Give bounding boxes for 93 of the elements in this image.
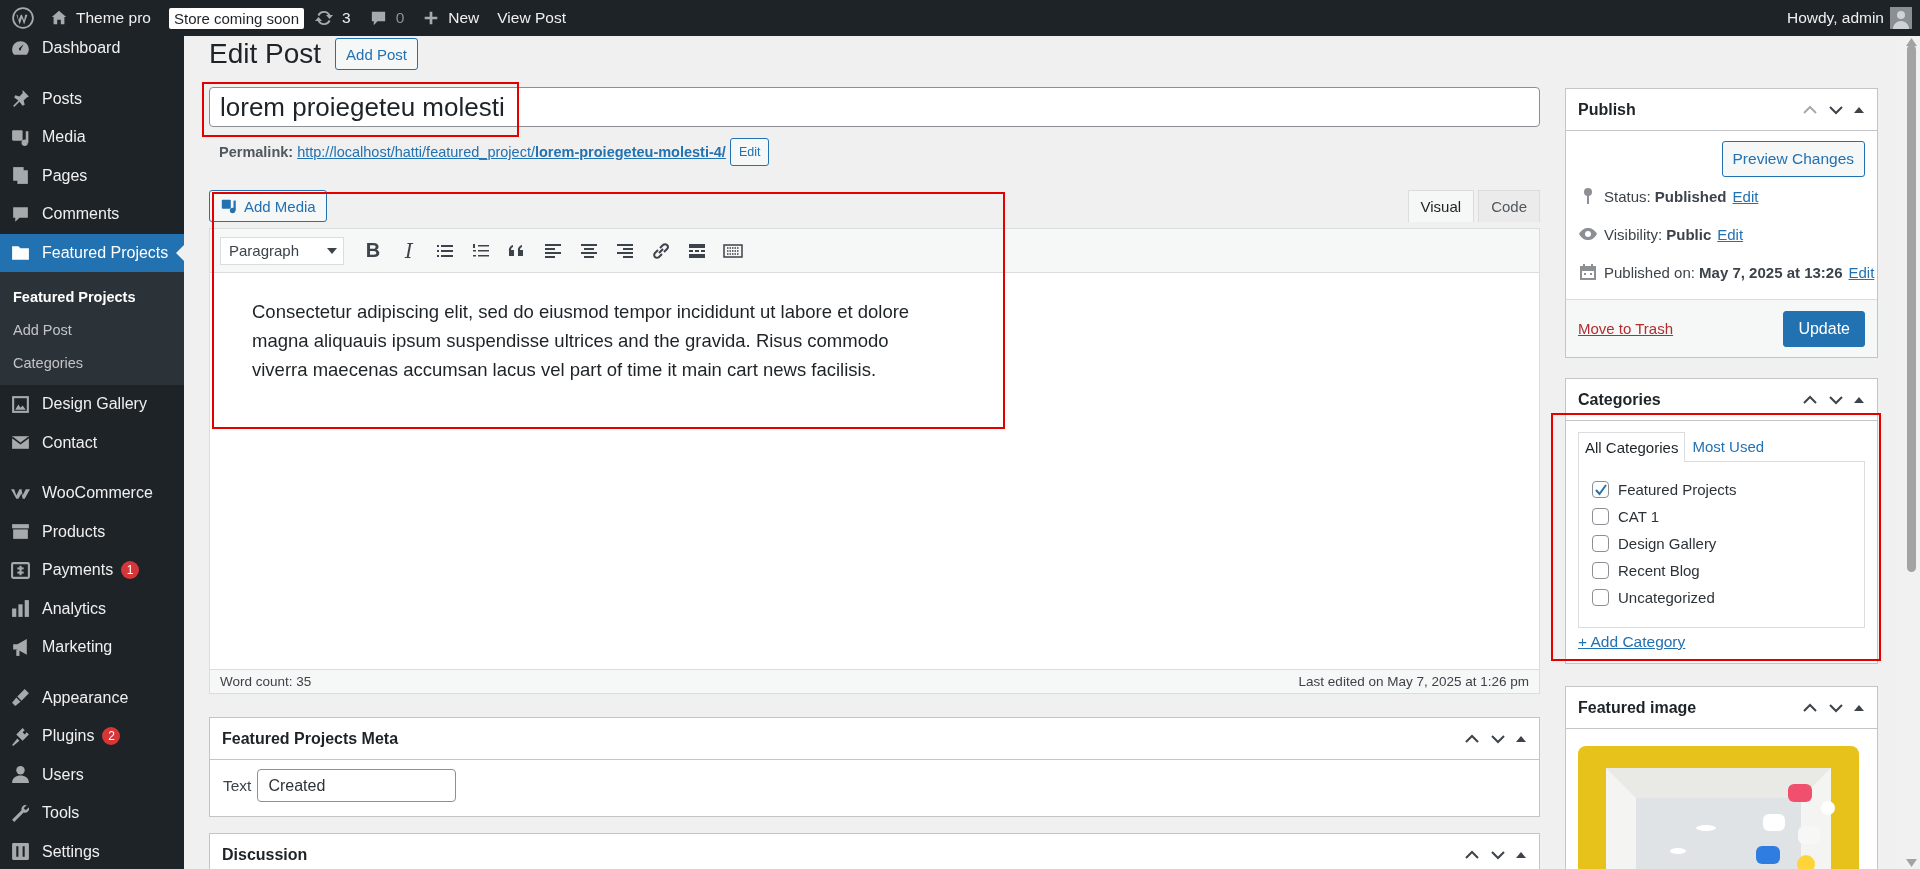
scrollbar[interactable] — [1903, 36, 1920, 869]
box-title: Publish — [1578, 100, 1637, 119]
updates-link[interactable]: 3 — [314, 8, 351, 28]
box-title: Featured image — [1578, 698, 1698, 717]
preview-changes-button[interactable]: Preview Changes — [1721, 141, 1865, 177]
category-tab[interactable]: Most Used — [1685, 431, 1772, 461]
sidebar-item[interactable]: Users — [0, 755, 184, 794]
submenu-item[interactable]: Featured Projects — [0, 280, 184, 313]
store-status-badge: Store coming soon — [168, 7, 305, 29]
checkbox[interactable] — [1592, 562, 1609, 579]
checkbox-label: Featured Projects — [1618, 481, 1737, 498]
permalink-link[interactable]: http://localhost/hatti/featured_project/lorem-proiegeteu-molesti-4/ — [297, 144, 726, 160]
view-post-link[interactable]: View Post — [497, 9, 566, 27]
checkbox-label: CAT 1 — [1618, 508, 1660, 525]
sidebar-item[interactable]: Marketing — [0, 628, 184, 667]
edit-link[interactable]: Edit — [1717, 225, 1744, 243]
link-icon[interactable] — [651, 240, 671, 261]
publish-detail: Status: Published — [1604, 187, 1727, 205]
current-pointer-icon — [176, 244, 184, 261]
wrench-icon — [10, 802, 31, 824]
editor-tab[interactable]: Code — [1478, 190, 1540, 222]
page-title: Edit Post — [209, 38, 322, 70]
sidebar-item[interactable]: Posts — [0, 79, 184, 118]
account-greeting[interactable]: Howdy, admin — [1786, 9, 1884, 27]
sidebar-item[interactable]: Tools — [0, 794, 184, 833]
sidebar-item[interactable]: Dashboard — [0, 36, 184, 68]
edit-link[interactable]: Edit — [1848, 263, 1875, 281]
update-button[interactable]: Update — [1783, 310, 1865, 347]
sidebar-item[interactable]: Pages — [0, 156, 184, 195]
box-title: Featured Projects Meta — [222, 729, 400, 748]
title-field[interactable]: lorem proiegeteu molesti — [209, 87, 1540, 127]
italic-button[interactable]: I — [396, 237, 422, 264]
bold-button[interactable]: B — [360, 237, 386, 264]
edit-link[interactable]: Edit — [1732, 187, 1759, 205]
bar-chart-icon — [10, 598, 31, 620]
home-icon[interactable] — [50, 9, 68, 27]
sidebar-item[interactable]: Comments — [0, 195, 184, 234]
box-title: Categories — [1578, 390, 1662, 409]
edit-permalink-button[interactable]: Edit — [729, 138, 770, 166]
new-link[interactable]: New — [422, 9, 480, 27]
media-icon[interactable] — [220, 197, 238, 215]
checkbox[interactable] — [1592, 481, 1609, 498]
sidebar-item[interactable]: Analytics — [0, 589, 184, 628]
checkbox-label: Uncategorized — [1618, 589, 1715, 606]
site-name-link[interactable]: Theme pro — [50, 9, 151, 27]
submenu-item[interactable]: Categories — [0, 346, 184, 379]
sidebar-item[interactable]: Contact — [0, 423, 184, 462]
paintbrush-icon — [10, 687, 31, 709]
sidebar-item[interactable]: Settings — [0, 832, 184, 869]
sidebar-item[interactable]: Payments 1 — [0, 551, 184, 590]
sidebar-item[interactable]: Products — [0, 512, 184, 551]
pushpin-icon — [10, 88, 31, 110]
pages-icon — [10, 165, 31, 187]
checkbox-label: Design Gallery — [1618, 535, 1717, 552]
submenu-item[interactable]: Add Post — [0, 313, 184, 346]
calendar-icon — [1578, 262, 1598, 282]
text-field[interactable]: Created — [257, 769, 457, 802]
sidebar-item[interactable]: Plugins 2 — [0, 717, 184, 756]
word-count: Word count: 35 — [220, 674, 312, 689]
last-edited-note: Last edited on May 7, 2025 at 1:26 pm — [1298, 674, 1529, 689]
sidebar-item[interactable]: Appearance — [0, 678, 184, 717]
move-to-trash-link[interactable]: Move to Trash — [1578, 320, 1674, 337]
dollar-icon — [10, 559, 31, 581]
wordpress-logo-icon[interactable] — [12, 7, 34, 29]
gallery-icon — [10, 393, 31, 415]
category-tab[interactable]: All Categories — [1578, 432, 1686, 462]
checkbox[interactable] — [1592, 508, 1609, 525]
format-dropdown[interactable]: Paragraph — [220, 236, 344, 265]
count-badge: 2 — [102, 727, 121, 746]
publish-detail: Visibility: Public — [1604, 225, 1712, 243]
editor-text: Consectetur adipiscing elit, sed do eiusmod tempor incididunt ut labore et dolore magna aliquauis ipsum suspendisse ultrices and the gravida. Risus commodo viverra maecenas accumsan lacus vel part of time it main cart news facilisis. — [252, 300, 911, 382]
checkbox[interactable] — [1592, 589, 1609, 606]
sidebar-item[interactable]: Featured Projects — [0, 233, 184, 272]
count-badge: 1 — [121, 561, 140, 580]
checkbox-label: Recent Blog — [1618, 562, 1700, 579]
comments-link[interactable]: 0 — [368, 8, 405, 28]
permalink-label: Permalink: — [219, 144, 294, 160]
settings-icon — [10, 841, 31, 863]
add-category-link[interactable]: + Add Category — [1578, 633, 1686, 651]
publish-detail: Published on: May 7, 2025 at 13:26 — [1604, 263, 1843, 281]
sidebar-item[interactable]: Design Gallery — [0, 385, 184, 424]
add-media-button[interactable]: Add Media — [209, 190, 327, 222]
field-label: Text — [223, 776, 252, 795]
editor-tab[interactable]: Visual — [1407, 190, 1475, 222]
box-title: Discussion — [222, 845, 309, 864]
caret-icon[interactable] — [327, 247, 337, 254]
user-icon — [10, 764, 31, 786]
sidebar-item[interactable]: Media — [0, 118, 184, 157]
add-post-button[interactable]: Add Post — [335, 38, 418, 70]
plug-icon — [10, 725, 31, 747]
refresh-icon[interactable] — [314, 8, 335, 28]
checkbox[interactable] — [1592, 535, 1609, 552]
sidebar-item[interactable]: WooCommerce — [0, 474, 184, 513]
